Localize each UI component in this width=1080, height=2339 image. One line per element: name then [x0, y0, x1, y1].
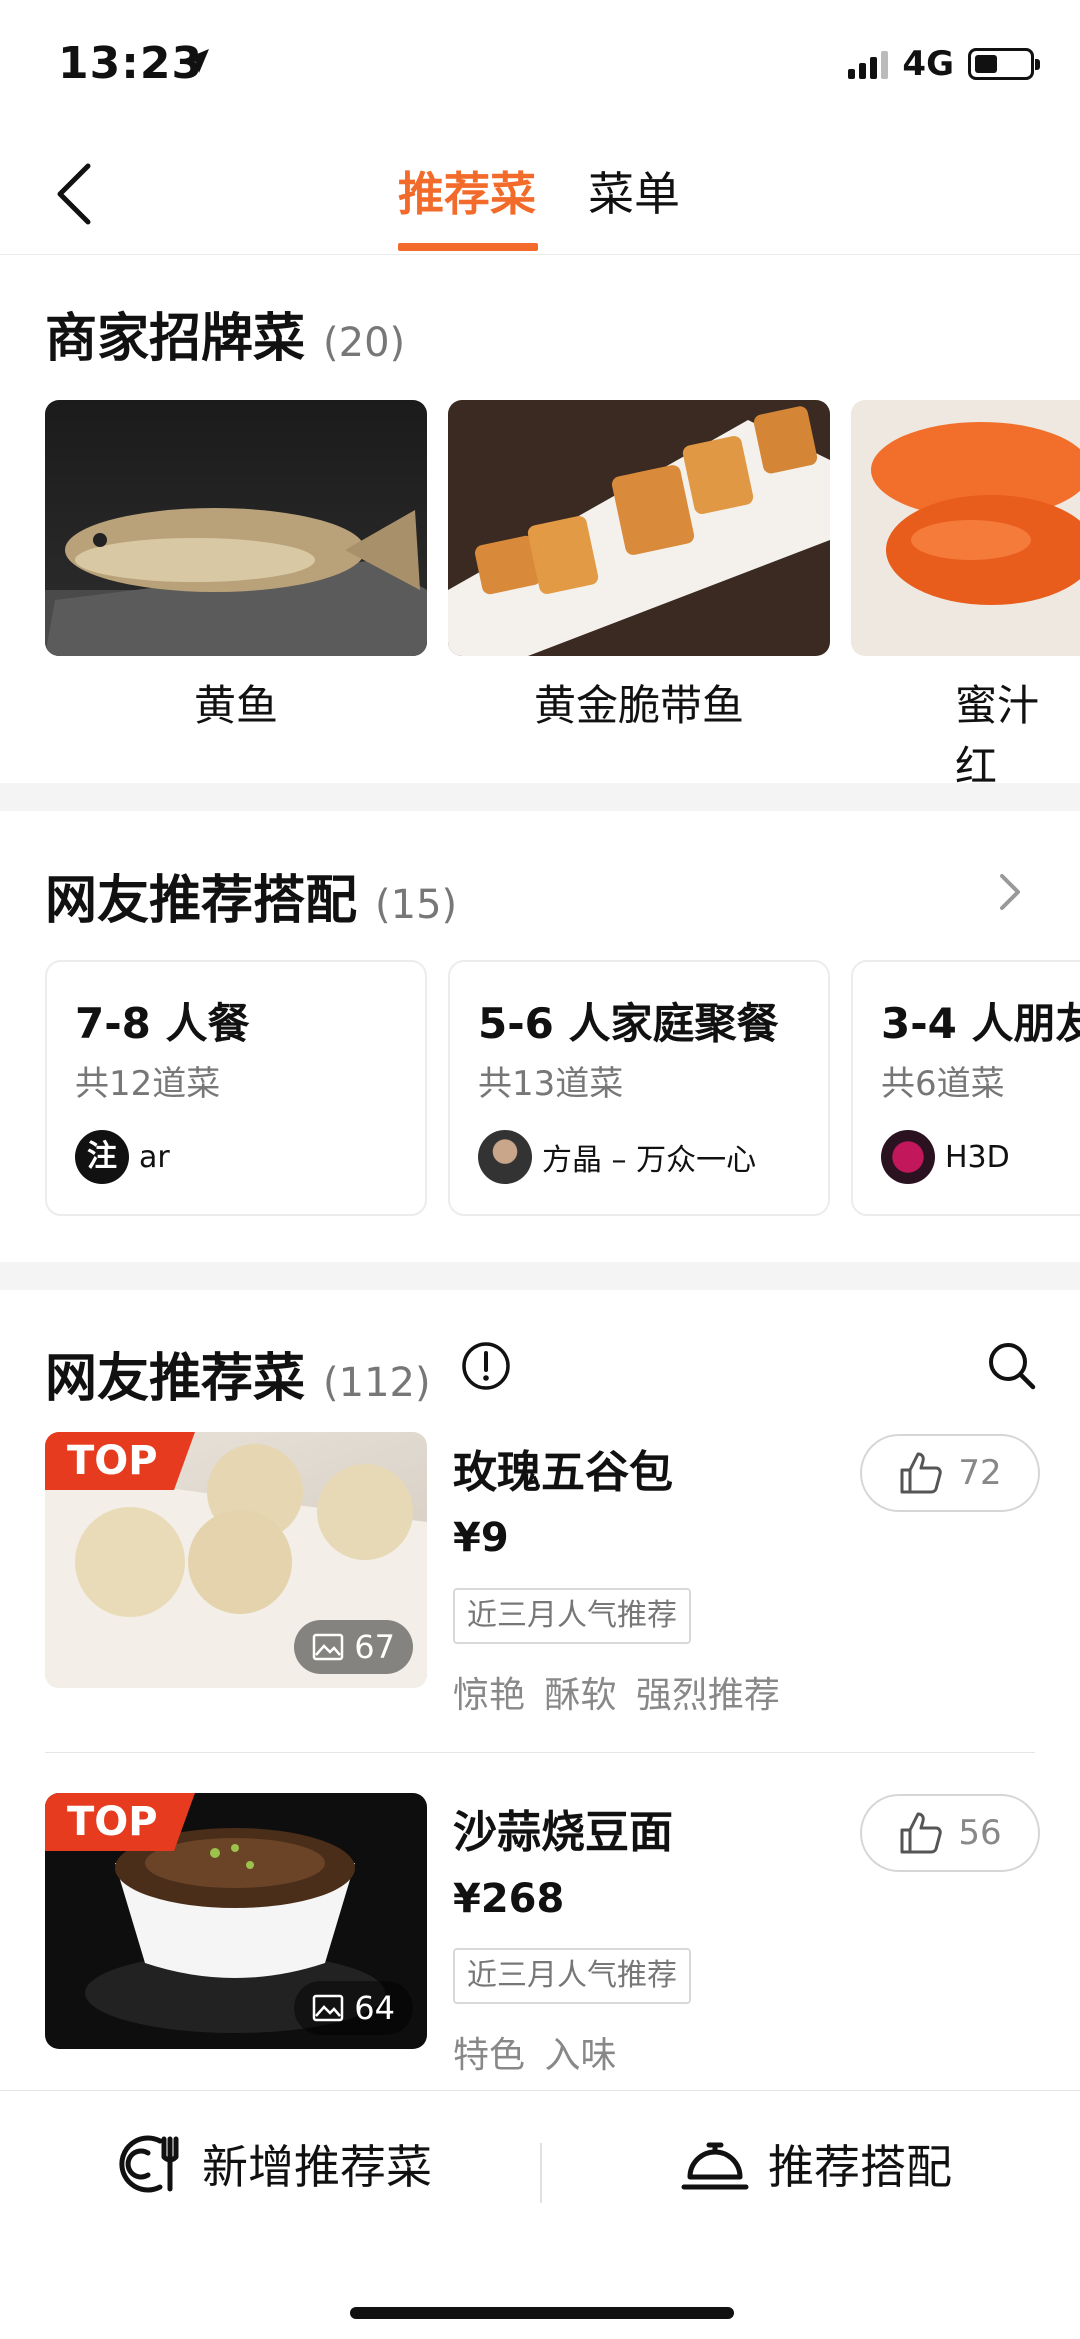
back-chevron-icon[interactable]	[48, 158, 104, 230]
thumbs-up-icon	[900, 1452, 943, 1494]
list-divider	[45, 1752, 1035, 1753]
combo-author: 方晶 – 万众一心	[542, 1143, 757, 1178]
dish-price: ¥268	[453, 1876, 565, 1922]
image-icon	[313, 1994, 344, 2022]
combo-dish-count: 共12道菜	[75, 1064, 221, 1104]
status-bar: 13:23 4G	[0, 0, 1080, 130]
signature-dish-name[interactable]: 黄金脆带鱼	[448, 672, 830, 733]
battery-icon	[968, 48, 1040, 80]
location-arrow-icon	[185, 49, 209, 73]
bottom-action-bar: 新增推荐菜 推荐搭配	[0, 2090, 1080, 2339]
signature-dish-image[interactable]	[448, 400, 830, 656]
dish-description: 惊艳 酥软 强烈推荐	[453, 1675, 780, 1716]
photo-count-badge: 64	[294, 1981, 413, 2035]
section-divider	[0, 1262, 1080, 1290]
combo-author: H3D	[945, 1139, 1010, 1175]
image-icon	[313, 1633, 344, 1661]
combo-title: 7-8 人餐	[75, 999, 250, 1048]
top-nav: 推荐菜 菜单	[0, 130, 1080, 255]
combo-dish-count: 共6道菜	[881, 1064, 1005, 1104]
signature-dish-name[interactable]: 黄鱼	[45, 672, 427, 733]
search-icon[interactable]	[986, 1340, 1038, 1392]
avatar: 注	[75, 1130, 129, 1184]
combo-card[interactable]: 3-4 人朋友 共6道菜 H3D	[851, 960, 1080, 1216]
thumbs-up-icon	[900, 1812, 943, 1854]
service-bell-icon	[681, 2142, 749, 2190]
signal-icon	[848, 49, 889, 79]
add-recommended-dish-button[interactable]: 新增推荐菜	[118, 2131, 432, 2197]
dish-tag: 近三月人气推荐	[453, 1588, 691, 1644]
signature-dish-image[interactable]	[851, 400, 1080, 656]
dish-utensil-icon	[119, 2135, 179, 2193]
signature-section-title: 商家招牌菜 (20)	[45, 309, 406, 369]
bottom-bar-separator	[540, 2143, 542, 2203]
network-type: 4G	[902, 44, 954, 84]
dish-name[interactable]: 沙蒜烧豆面	[453, 1796, 673, 1860]
recommended-section-title: 网友推荐菜 (112)	[45, 1349, 431, 1409]
dish-price: ¥9	[453, 1515, 509, 1561]
rank-badge: TOP 1	[45, 1432, 195, 1490]
combos-section-title: 网友推荐搭配 (15)	[45, 871, 458, 931]
honey-sweet-potato-photo	[871, 422, 1080, 605]
home-indicator[interactable]	[350, 2307, 734, 2319]
combo-title: 3-4 人朋友	[881, 999, 1080, 1048]
signature-dish-image[interactable]	[45, 400, 427, 656]
active-tab-indicator	[398, 243, 538, 251]
combo-card[interactable]: 7-8 人餐 共12道菜 注 ar	[45, 960, 427, 1216]
dish-tag: 近三月人气推荐	[453, 1948, 691, 2004]
combo-dish-count: 共13道菜	[478, 1064, 624, 1104]
rank-badge: TOP 2	[45, 1793, 195, 1851]
tab-recommended-dishes[interactable]: 推荐菜	[398, 158, 536, 224]
like-button[interactable]: 72	[860, 1434, 1040, 1512]
fish-photo	[45, 508, 427, 656]
recommend-combo-button[interactable]: 推荐搭配	[680, 2131, 952, 2197]
like-button[interactable]: 56	[860, 1794, 1040, 1872]
section-divider	[0, 783, 1080, 811]
hairtail-photo	[448, 406, 830, 656]
signature-dish-name[interactable]: 蜜汁红	[851, 672, 1080, 794]
dish-name[interactable]: 玫瑰五谷包	[453, 1436, 673, 1500]
combo-card[interactable]: 5-6 人家庭聚餐 共13道菜 方晶 – 万众一心	[448, 960, 830, 1216]
dish-description: 特色 入味	[453, 2035, 617, 2076]
avatar	[881, 1130, 935, 1184]
combo-author: ar	[139, 1139, 170, 1175]
info-icon[interactable]	[460, 1340, 512, 1392]
combo-title: 5-6 人家庭聚餐	[478, 999, 779, 1048]
dish-image[interactable]: TOP 2 64	[45, 1793, 427, 2049]
photo-count-badge: 67	[294, 1620, 413, 1674]
dish-image[interactable]: TOP 1 67	[45, 1432, 427, 1688]
avatar	[478, 1130, 532, 1184]
tab-menu[interactable]: 菜单	[588, 158, 680, 224]
chevron-right-icon[interactable]	[996, 870, 1024, 914]
